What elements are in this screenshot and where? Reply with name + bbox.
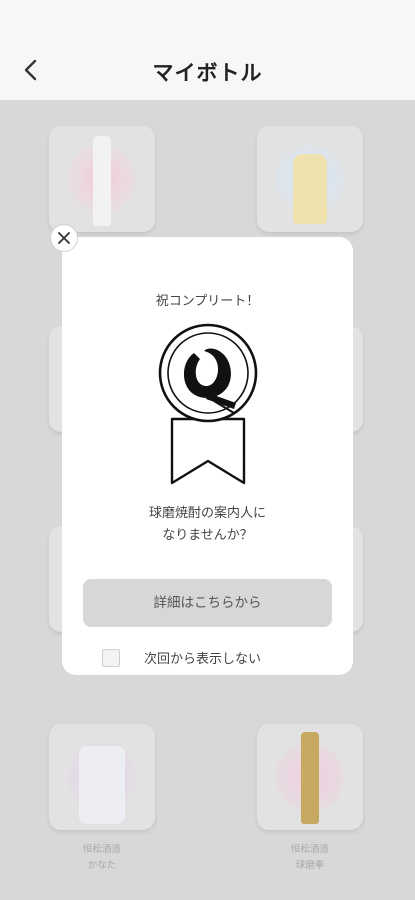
bottle-name: 球磨拳 (295, 860, 325, 871)
completion-dialog: 祝コンプリート！ 球磨焼酎の案内人に なりませんか？ 詳細はこちらから 次回から… (62, 237, 353, 675)
bottle-card[interactable] (49, 724, 155, 830)
dialog-message-line1: 球磨焼酎の案内人に (148, 506, 266, 521)
bottle-card[interactable] (49, 126, 155, 232)
bottle-caption: 恒松酒造 かなた (42, 842, 162, 874)
dialog-message-line2: なりませんか？ (162, 528, 253, 543)
bottle-brand: 恒松酒造 (82, 844, 121, 855)
bottle-name: かなた (87, 860, 117, 871)
bottle-caption: 恒松酒造 球磨拳 (250, 842, 370, 874)
app-header: マイボトル (0, 0, 415, 100)
page-title: マイボトル (152, 61, 263, 85)
bottle-card[interactable] (257, 126, 363, 232)
close-icon (58, 232, 70, 244)
award-ribbon-icon (158, 323, 258, 485)
bottle-image (93, 136, 111, 226)
bottle-brand: 恒松酒造 (290, 844, 329, 855)
bottle-image (79, 746, 125, 824)
dont-show-again-checkbox[interactable] (102, 649, 120, 667)
bottle-image (301, 732, 319, 824)
dialog-message: 球磨焼酎の案内人に なりませんか？ (62, 503, 353, 547)
dont-show-again-label: 次回から表示しない (144, 652, 262, 667)
dialog-heading: 祝コンプリート！ (155, 294, 260, 309)
bottle-card[interactable] (257, 724, 363, 830)
close-dialog-button[interactable] (50, 224, 78, 252)
details-button[interactable]: 詳細はこちらから (83, 579, 332, 627)
bottle-image (293, 154, 327, 224)
